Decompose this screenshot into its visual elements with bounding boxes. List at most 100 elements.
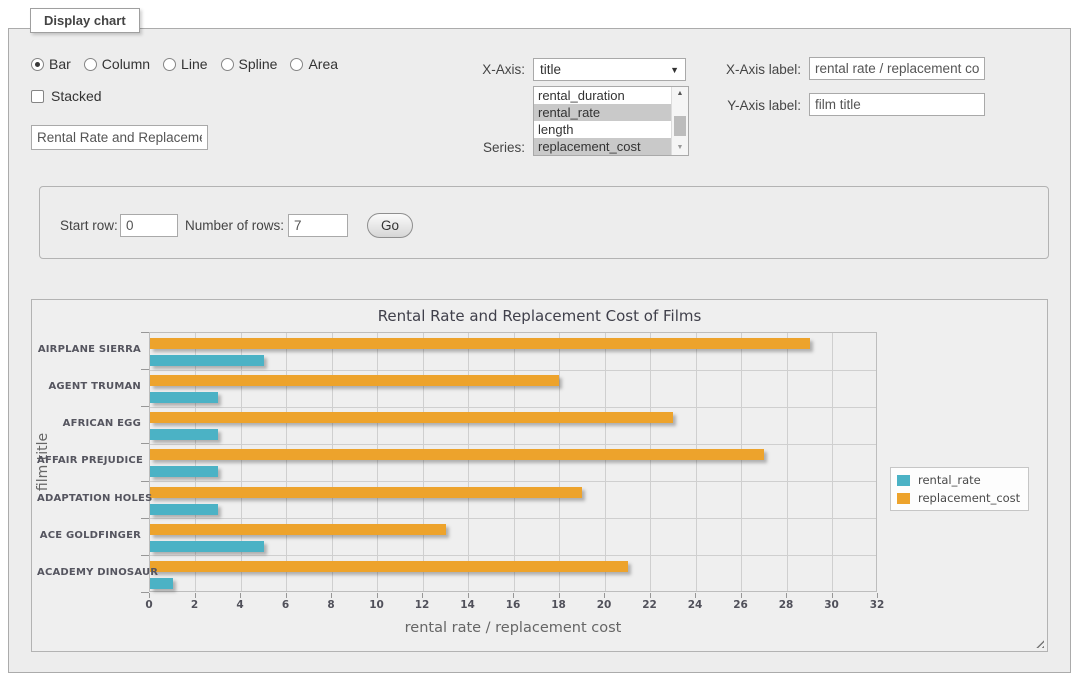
y-axis-label-input[interactable]	[809, 93, 985, 116]
x-tick-label: 24	[680, 599, 710, 611]
gridline-vertical	[468, 333, 469, 591]
bar-rental_rate	[150, 392, 218, 403]
bar-rental_rate	[150, 355, 264, 366]
start-row-input[interactable]	[120, 214, 178, 237]
stacked-label: Stacked	[51, 88, 102, 104]
radio-label-line: Line	[181, 56, 207, 72]
gridline-vertical	[787, 333, 788, 591]
x-axis-tick	[240, 593, 241, 598]
x-tick-label: 10	[362, 599, 392, 611]
plot-area	[149, 332, 877, 592]
stacked-checkbox[interactable]	[31, 90, 44, 103]
gridline-vertical	[832, 333, 833, 591]
radio-area[interactable]	[290, 58, 303, 71]
chart-legend: rental_rate replacement_cost	[890, 467, 1029, 511]
resize-handle-icon[interactable]	[1033, 637, 1044, 648]
x-axis-label-label: X-Axis label:	[699, 62, 801, 77]
bar-replacement_cost	[150, 449, 764, 460]
x-axis-select[interactable]: title ▼	[533, 58, 686, 81]
x-tick-label: 16	[498, 599, 528, 611]
listbox-scrollbar[interactable]: ▲ ▼	[671, 87, 688, 155]
y-axis-tick	[141, 481, 149, 482]
x-axis-tick	[422, 593, 423, 598]
gridline-horizontal	[150, 518, 876, 519]
series-listbox[interactable]: rental_durationrental_ratelengthreplacem…	[533, 86, 689, 156]
radio-label-spline: Spline	[239, 56, 278, 72]
x-tick-label: 22	[635, 599, 665, 611]
scroll-up-icon[interactable]: ▲	[672, 87, 688, 101]
gridline-vertical	[286, 333, 287, 591]
bar-replacement_cost	[150, 338, 810, 349]
x-axis-tick	[650, 593, 651, 598]
x-axis-tick	[377, 593, 378, 598]
go-button[interactable]: Go	[367, 213, 413, 238]
x-axis-tick	[604, 593, 605, 598]
radio-option-spline[interactable]: Spline	[221, 56, 278, 72]
radio-line[interactable]	[163, 58, 176, 71]
x-tick-label: 0	[134, 599, 164, 611]
radio-option-line[interactable]: Line	[163, 56, 207, 72]
x-tick-label: 14	[453, 599, 483, 611]
legend-swatch-rental_rate	[897, 475, 910, 486]
scrollbar-thumb[interactable]	[674, 116, 686, 136]
category-label: AFFAIR PREJUDICE	[37, 455, 141, 466]
x-tick-label: 32	[862, 599, 892, 611]
panel-title: Display chart	[30, 8, 140, 33]
series-option-rental_rate[interactable]: rental_rate	[534, 104, 672, 121]
series-label: Series:	[439, 140, 525, 155]
category-label: AIRPLANE SIERRA	[37, 344, 141, 355]
gridline-vertical	[696, 333, 697, 591]
gridline-vertical	[241, 333, 242, 591]
radio-label-column: Column	[102, 56, 150, 72]
y-axis-tick	[141, 592, 149, 593]
chart-x-axis-title: rental rate / replacement cost	[149, 620, 877, 636]
chart-title-input[interactable]	[31, 125, 208, 150]
bar-rental_rate	[150, 504, 218, 515]
x-axis-selected-value: title	[540, 62, 561, 77]
category-label: ADAPTATION HOLES	[37, 493, 141, 504]
bar-replacement_cost	[150, 487, 582, 498]
gridline-vertical	[559, 333, 560, 591]
y-axis-tick	[141, 443, 149, 444]
scroll-down-icon[interactable]: ▼	[672, 141, 688, 155]
series-option-rental_duration[interactable]: rental_duration	[534, 87, 672, 104]
gridline-horizontal	[150, 407, 876, 408]
gridline-vertical	[605, 333, 606, 591]
stacked-option[interactable]: Stacked	[31, 88, 102, 104]
legend-label-replacement_cost: replacement_cost	[918, 491, 1020, 505]
x-axis-tick	[149, 593, 150, 598]
radio-spline[interactable]	[221, 58, 234, 71]
radio-option-column[interactable]: Column	[84, 56, 150, 72]
bar-rental_rate	[150, 466, 218, 477]
radio-column[interactable]	[84, 58, 97, 71]
gridline-vertical	[377, 333, 378, 591]
x-tick-label: 6	[271, 599, 301, 611]
legend-label-rental_rate: rental_rate	[918, 473, 981, 487]
gridline-vertical	[514, 333, 515, 591]
bar-replacement_cost	[150, 412, 673, 423]
radio-option-bar[interactable]: Bar	[31, 56, 71, 72]
legend-swatch-replacement_cost	[897, 493, 910, 504]
category-label: ACADEMY DINOSAUR	[37, 567, 141, 578]
bar-rental_rate	[150, 578, 173, 589]
x-tick-label: 18	[544, 599, 574, 611]
radio-bar[interactable]	[31, 58, 44, 71]
gridline-vertical	[332, 333, 333, 591]
radio-option-area[interactable]: Area	[290, 56, 338, 72]
gridline-horizontal	[150, 481, 876, 482]
category-label: ACE GOLDFINGER	[37, 530, 141, 541]
x-tick-label: 30	[817, 599, 847, 611]
number-of-rows-input[interactable]	[288, 214, 348, 237]
bar-rental_rate	[150, 541, 264, 552]
series-option-length[interactable]: length	[534, 121, 672, 138]
gridline-horizontal	[150, 444, 876, 445]
x-axis-tick	[832, 593, 833, 598]
series-option-replacement_cost[interactable]: replacement_cost	[534, 138, 672, 155]
y-axis-label-label: Y-Axis label:	[699, 98, 801, 113]
x-axis-label-input[interactable]	[809, 57, 985, 80]
y-axis-tick	[141, 406, 149, 407]
x-axis-tick	[741, 593, 742, 598]
x-tick-label: 26	[726, 599, 756, 611]
gridline-horizontal	[150, 555, 876, 556]
x-tick-label: 20	[589, 599, 619, 611]
